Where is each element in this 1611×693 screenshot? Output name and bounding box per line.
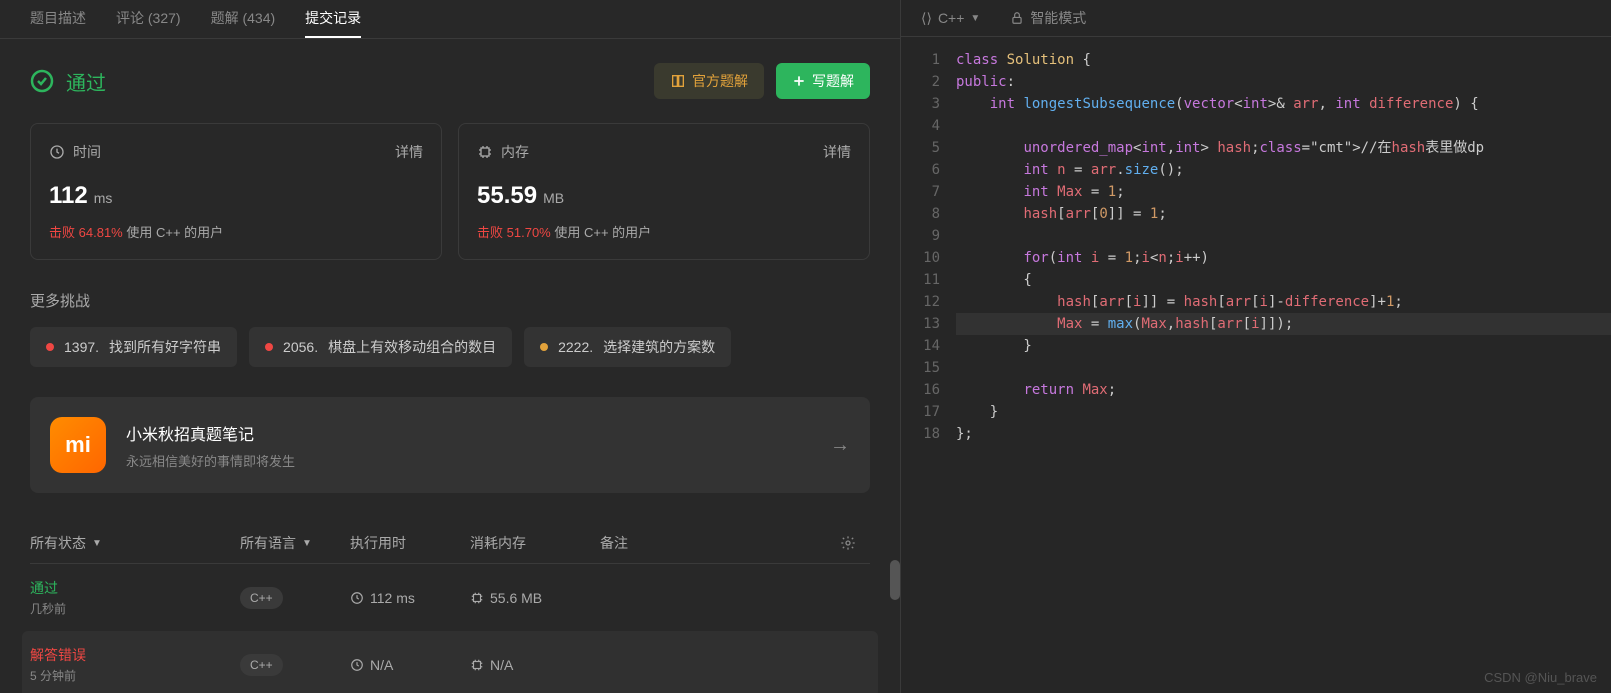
submission-status: 解答错误 <box>30 645 86 665</box>
write-label: 写题解 <box>812 71 854 91</box>
runtime-value: N/A <box>370 657 393 673</box>
book-icon <box>670 73 686 89</box>
tab-description[interactable]: 题目描述 <box>30 0 86 38</box>
write-solution-button[interactable]: 写题解 <box>776 63 870 99</box>
submission-status: 通过 <box>30 578 66 598</box>
editor-mode[interactable]: 智能模式 <box>1010 8 1086 28</box>
submission-row[interactable]: 解答错误 5 分钟前 C++ N/A N/A <box>22 631 878 693</box>
more-challenges-title: 更多挑战 <box>30 290 870 311</box>
memory-unit: MB <box>543 190 564 206</box>
mode-label: 智能模式 <box>1030 8 1086 28</box>
memory-value: 55.6 MB <box>490 590 542 606</box>
plus-icon <box>792 74 806 88</box>
challenge-id: 1397. <box>64 339 99 355</box>
memory-metric-card: 内存 详情 55.59 MB 击败 51.70% 使用 C++ 的用户 <box>458 123 870 260</box>
challenge-title: 找到所有好字符串 <box>109 337 221 357</box>
promo-subtitle: 永远相信美好的事情即将发生 <box>126 451 810 470</box>
lang-filter-label: 所有语言 <box>240 533 296 553</box>
chip-icon <box>470 658 484 672</box>
submission-row[interactable]: 通过 几秒前 C++ 112 ms 55.6 MB <box>30 564 870 631</box>
memory-label: 内存 <box>501 142 529 162</box>
submission-time-ago: 5 分钟前 <box>30 667 86 684</box>
promo-title: 小米秋招真题笔记 <box>126 421 810 445</box>
lock-icon <box>1010 11 1024 25</box>
challenge-item[interactable]: 1397. 找到所有好字符串 <box>30 327 237 367</box>
beat-suffix: 使用 C++ 的用户 <box>554 225 651 240</box>
watermark: CSDN @Niu_brave <box>1484 670 1597 685</box>
chip-icon <box>470 591 484 605</box>
col-memory: 消耗内存 <box>470 533 600 553</box>
challenge-title: 棋盘上有效移动组合的数目 <box>328 337 496 357</box>
difficulty-dot <box>46 343 54 351</box>
status-filter-label: 所有状态 <box>30 533 86 553</box>
challenge-item[interactable]: 2222. 选择建筑的方案数 <box>524 327 731 367</box>
chip-icon <box>477 144 493 160</box>
promo-logo: mi <box>50 417 106 473</box>
challenge-title: 选择建筑的方案数 <box>603 337 715 357</box>
code-editor[interactable]: 123456789101112131415161718 class Soluti… <box>901 37 1611 693</box>
clock-icon <box>49 144 65 160</box>
beat-suffix: 使用 C++ 的用户 <box>126 225 223 240</box>
time-unit: ms <box>94 190 113 206</box>
filter-language[interactable]: 所有语言 ▼ <box>240 533 350 553</box>
challenge-id: 2222. <box>558 339 593 355</box>
filter-status[interactable]: 所有状态 ▼ <box>30 533 240 553</box>
clock-icon <box>350 658 364 672</box>
tab-solutions[interactable]: 题解 (434) <box>211 0 276 38</box>
col-note: 备注 <box>600 533 840 553</box>
beat-prefix: 击败 <box>477 225 503 240</box>
memory-value: N/A <box>490 657 513 673</box>
time-detail-link[interactable]: 详情 <box>395 142 423 162</box>
memory-detail-link[interactable]: 详情 <box>823 142 851 162</box>
difficulty-dot <box>540 343 548 351</box>
time-label: 时间 <box>73 142 101 162</box>
time-value: 112 <box>49 182 88 210</box>
col-runtime: 执行用时 <box>350 533 470 553</box>
chevron-down-icon: ▼ <box>92 538 102 549</box>
arrow-right-icon: → <box>830 434 850 457</box>
challenge-id: 2056. <box>283 339 318 355</box>
chevron-down-icon: ▼ <box>302 538 312 549</box>
code-content[interactable]: class Solution {public: int longestSubse… <box>956 49 1611 693</box>
gear-icon[interactable] <box>840 535 870 551</box>
code-icon: ⟨⟩ <box>921 10 932 27</box>
beat-prefix: 击败 <box>49 225 75 240</box>
official-solution-button[interactable]: 官方题解 <box>654 63 764 99</box>
language-selector[interactable]: ⟨⟩ C++ ▼ <box>921 10 980 27</box>
status-text: 通过 <box>66 67 106 96</box>
tab-comments[interactable]: 评论 (327) <box>116 0 181 38</box>
chevron-down-icon: ▼ <box>970 13 980 24</box>
line-gutter: 123456789101112131415161718 <box>901 49 956 693</box>
lang-badge: C++ <box>240 587 283 609</box>
promo-card[interactable]: mi 小米秋招真题笔记 永远相信美好的事情即将发生 → <box>30 397 870 493</box>
scrollbar[interactable] <box>890 560 900 680</box>
time-metric-card: 时间 详情 112 ms 击败 64.81% 使用 C++ 的用户 <box>30 123 442 260</box>
memory-value: 55.59 <box>477 182 537 210</box>
language-label: C++ <box>938 10 964 26</box>
beat-percent: 51.70% <box>507 225 551 240</box>
challenge-item[interactable]: 2056. 棋盘上有效移动组合的数目 <box>249 327 512 367</box>
clock-icon <box>350 591 364 605</box>
runtime-value: 112 ms <box>370 590 415 606</box>
check-circle-icon <box>30 69 54 93</box>
official-label: 官方题解 <box>692 71 748 91</box>
tabs: 题目描述 评论 (327) 题解 (434) 提交记录 <box>0 0 900 39</box>
lang-badge: C++ <box>240 654 283 676</box>
tab-submissions[interactable]: 提交记录 <box>305 0 361 38</box>
beat-percent: 64.81% <box>79 225 123 240</box>
difficulty-dot <box>265 343 273 351</box>
submission-time-ago: 几秒前 <box>30 600 66 617</box>
